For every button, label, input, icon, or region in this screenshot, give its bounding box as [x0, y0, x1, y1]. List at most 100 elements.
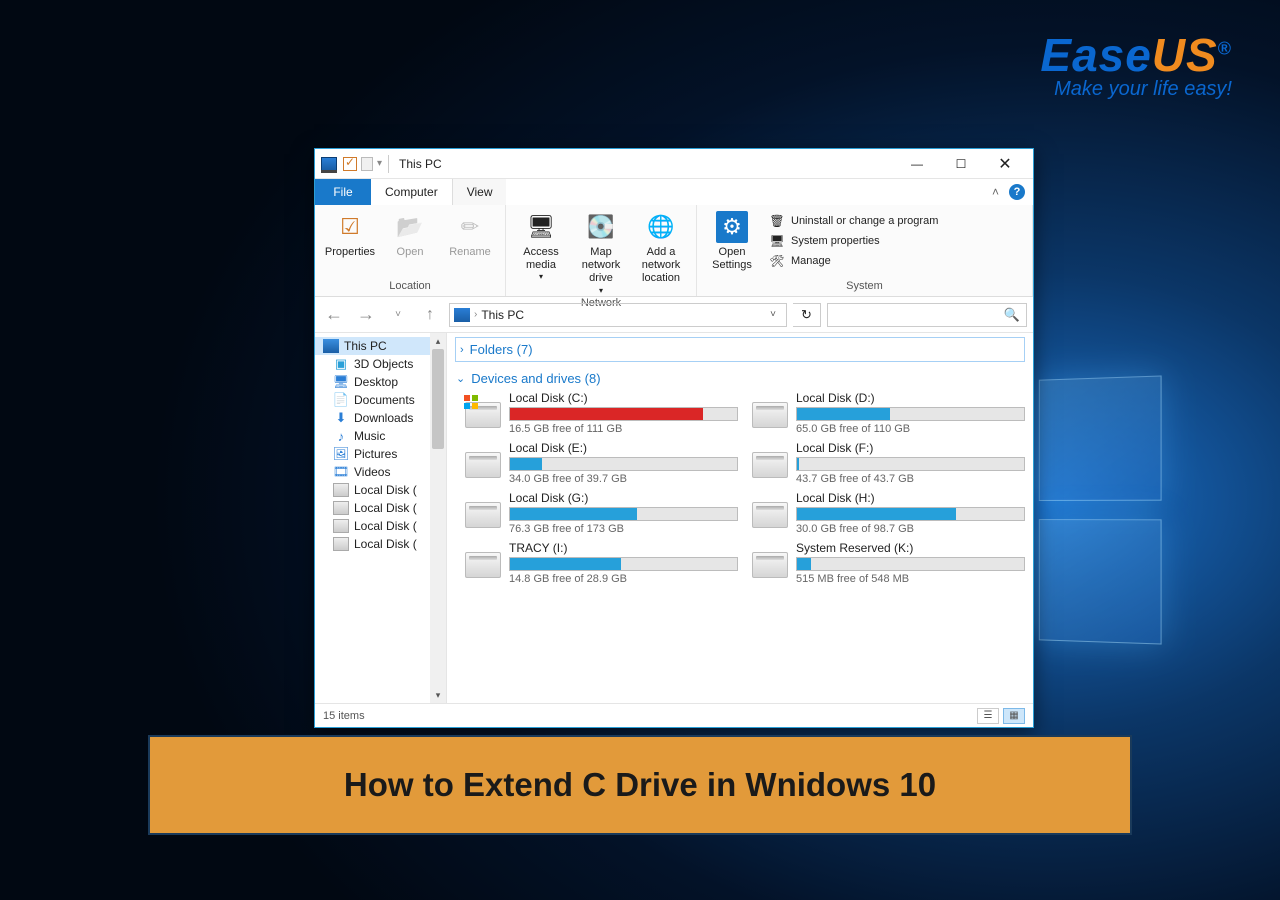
ribbon: ☑Properties 📂Open ✏Rename Location 🖥Acce…: [315, 205, 1033, 297]
sidebar-item[interactable]: Local Disk (: [315, 535, 446, 553]
properties-icon: ☑: [334, 211, 366, 243]
content-area: This PC▣3D Objects🖥Desktop📄Documents⬇Dow…: [315, 333, 1033, 703]
ribbon-group-network: 🖥Access media▾ 💽Map network drive▾ 🌐Add …: [506, 205, 697, 296]
sidebar-item[interactable]: ▣3D Objects: [315, 355, 446, 373]
sidebar-item[interactable]: ♪Music: [315, 427, 446, 445]
drive-bar: [796, 407, 1025, 421]
back-button[interactable]: ←: [321, 302, 347, 328]
sidebar-item[interactable]: Local Disk (: [315, 481, 446, 499]
drive-free: 14.8 GB free of 28.9 GB: [509, 573, 738, 585]
manage-link[interactable]: 🛠Manage: [769, 253, 938, 269]
drive-icon: [752, 502, 788, 528]
address-pc-icon: [454, 308, 470, 322]
qat-dropdown-icon[interactable]: ▾: [377, 158, 382, 169]
sidebar-scrollbar[interactable]: ▴ ▾: [430, 333, 446, 703]
tab-file[interactable]: File: [315, 179, 371, 205]
tab-computer[interactable]: Computer: [371, 179, 453, 205]
address-dropdown-icon[interactable]: ˅: [764, 309, 782, 320]
tab-view[interactable]: View: [453, 179, 507, 205]
address-path: This PC: [481, 308, 524, 322]
manage-icon: 🛠: [769, 253, 785, 269]
drive-item[interactable]: Local Disk (F:)43.7 GB free of 43.7 GB: [752, 441, 1025, 485]
system-props-link[interactable]: 🖥System properties: [769, 233, 938, 249]
sidebar-item[interactable]: Local Disk (: [315, 517, 446, 535]
search-input[interactable]: 🔍: [827, 303, 1027, 327]
drive-free: 65.0 GB free of 110 GB: [796, 423, 1025, 435]
drive-item[interactable]: Local Disk (D:)65.0 GB free of 110 GB: [752, 391, 1025, 435]
sidebar-item-label: Videos: [354, 465, 390, 479]
maximize-button[interactable]: ☐: [939, 149, 983, 179]
qat-doc-icon[interactable]: [361, 157, 373, 171]
item-count: 15 items: [323, 710, 365, 722]
drive-item[interactable]: Local Disk (G:) 76.3 GB free of 173 GB: [465, 491, 738, 535]
address-bar[interactable]: › This PC ˅: [449, 303, 787, 327]
add-location-button[interactable]: 🌐Add a network location: [632, 209, 690, 286]
brand-tagline: Make your life easy!: [1040, 78, 1232, 101]
recent-dropdown[interactable]: ˅: [385, 302, 411, 328]
drive-free: 30.0 GB free of 98.7 GB: [796, 523, 1025, 535]
sidebar: This PC▣3D Objects🖥Desktop📄Documents⬇Dow…: [315, 333, 447, 703]
drive-bar: [796, 557, 1025, 571]
view-details-button[interactable]: ☰: [977, 708, 999, 724]
drive-bar: [509, 407, 738, 421]
scroll-up-icon[interactable]: ▴: [430, 333, 446, 349]
drive-item[interactable]: Local Disk (E:)34.0 GB free of 39.7 GB: [465, 441, 738, 485]
drive-name: Local Disk (G:): [509, 491, 738, 505]
scroll-thumb[interactable]: [432, 349, 444, 449]
qat-properties-icon[interactable]: [343, 157, 357, 171]
devices-label: Devices and drives (8): [471, 371, 600, 386]
drive-icon: [752, 552, 788, 578]
drive-free: 76.3 GB free of 173 GB: [509, 523, 738, 535]
view-tiles-button[interactable]: ▦: [1003, 708, 1025, 724]
sidebar-item[interactable]: This PC: [315, 337, 446, 355]
sidebar-item[interactable]: ⬇Downloads: [315, 409, 446, 427]
sidebar-item[interactable]: 📄Documents: [315, 391, 446, 409]
drive-bar: [509, 457, 738, 471]
properties-button[interactable]: ☑Properties: [321, 209, 379, 259]
devices-section[interactable]: ⌄ Devices and drives (8): [455, 366, 1025, 391]
chevron-right-icon: ›: [460, 344, 464, 356]
open-settings-button[interactable]: ⚙Open Settings: [703, 209, 761, 272]
brand-ease: Ease: [1040, 29, 1151, 81]
main-pane: › Folders (7) ⌄ Devices and drives (8) L…: [447, 333, 1033, 703]
rename-button[interactable]: ✏Rename: [441, 209, 499, 259]
drive-free: 43.7 GB free of 43.7 GB: [796, 473, 1025, 485]
group-label-system: System: [703, 278, 1026, 294]
help-icon[interactable]: ?: [1009, 184, 1025, 200]
scroll-down-icon[interactable]: ▾: [430, 687, 446, 703]
globe-icon: 🌐: [645, 211, 677, 243]
drive-item[interactable]: Local Disk (C:)16.5 GB free of 111 GB: [465, 391, 738, 435]
sidebar-item-label: Downloads: [354, 411, 413, 425]
drive-free: 34.0 GB free of 39.7 GB: [509, 473, 738, 485]
forward-button[interactable]: →: [353, 302, 379, 328]
drive-item[interactable]: TRACY (I:) 14.8 GB free of 28.9 GB: [465, 541, 738, 585]
search-icon: 🔍: [1004, 307, 1020, 323]
access-media-button[interactable]: 🖥Access media▾: [512, 209, 570, 282]
collapse-ribbon-icon[interactable]: ˄: [992, 185, 999, 199]
drive-item[interactable]: Local Disk (H:) 30.0 GB free of 98.7 GB: [752, 491, 1025, 535]
close-button[interactable]: ✕: [983, 149, 1027, 179]
drive-item[interactable]: System Reserved (K:)515 MB free of 548 M…: [752, 541, 1025, 585]
drive-icon: 💽: [585, 211, 617, 243]
refresh-button[interactable]: ↻: [793, 303, 821, 327]
up-button[interactable]: ↑: [417, 302, 443, 328]
sidebar-item-label: Music: [354, 429, 385, 443]
drive-name: System Reserved (K:): [796, 541, 1025, 555]
map-drive-button[interactable]: 💽Map network drive▾: [572, 209, 630, 295]
sidebar-item-label: 3D Objects: [354, 357, 413, 371]
sidebar-item-label: Pictures: [354, 447, 397, 461]
open-button[interactable]: 📂Open: [381, 209, 439, 259]
statusbar: 15 items ☰ ▦: [315, 703, 1033, 727]
brand-logo: EaseUS® Make your life easy!: [1040, 28, 1232, 101]
sidebar-item[interactable]: 🖥Desktop: [315, 373, 446, 391]
drive-icon: [465, 402, 501, 428]
uninstall-link[interactable]: 🗑Uninstall or change a program: [769, 213, 938, 229]
drive-name: Local Disk (H:): [796, 491, 1025, 505]
sidebar-item[interactable]: 🖼Pictures: [315, 445, 446, 463]
drive-name: TRACY (I:): [509, 541, 738, 555]
folders-section[interactable]: › Folders (7): [455, 337, 1025, 362]
titlebar[interactable]: ▾ This PC — ☐ ✕: [315, 149, 1033, 179]
minimize-button[interactable]: —: [895, 149, 939, 179]
sidebar-item[interactable]: Local Disk (: [315, 499, 446, 517]
sidebar-item[interactable]: 🎞Videos: [315, 463, 446, 481]
